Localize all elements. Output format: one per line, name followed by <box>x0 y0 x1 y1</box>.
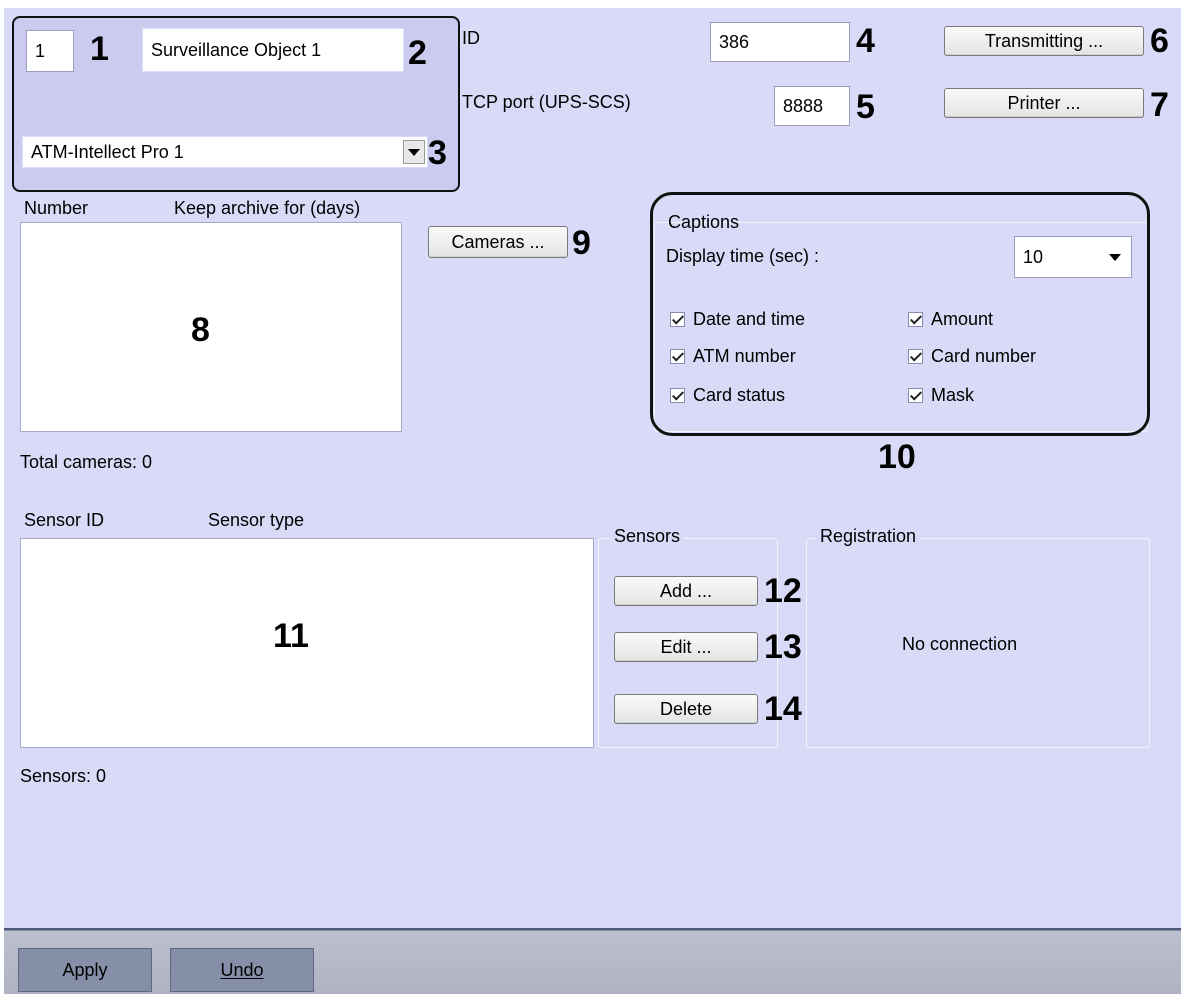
checkbox-card-number[interactable]: Card number <box>908 346 1036 367</box>
chevron-down-icon <box>408 149 420 156</box>
callout-1: 1 <box>90 30 109 68</box>
checkbox-date-and-time[interactable]: Date and time <box>670 309 805 330</box>
display-time-label: Display time (sec) : <box>666 246 820 266</box>
edit-sensor-button[interactable]: Edit ... <box>614 632 758 662</box>
dropdown-button[interactable] <box>403 140 425 164</box>
callout-6: 6 <box>1150 22 1169 60</box>
column-header-sensor-id[interactable]: Sensor ID <box>24 510 104 531</box>
registration-group-title: Registration <box>816 526 921 547</box>
check-icon[interactable] <box>670 312 685 327</box>
checkbox-atm-number[interactable]: ATM number <box>670 346 796 367</box>
callout-3: 3 <box>428 134 447 172</box>
checkbox-label: ATM number <box>693 346 796 366</box>
add-sensor-button[interactable]: Add ... <box>614 576 758 606</box>
checkbox-label: Card number <box>931 346 1037 366</box>
tcp-port-label: TCP port (UPS-SCS) <box>462 92 631 112</box>
callout-8: 8 <box>191 311 210 349</box>
sensors-list[interactable]: 11 <box>20 538 594 748</box>
checkbox-label: Date and time <box>693 309 806 329</box>
id-label: ID <box>462 28 480 48</box>
callout-4: 4 <box>856 22 875 60</box>
callout-9: 9 <box>572 224 591 262</box>
sensors-group-title: Sensors <box>610 526 685 547</box>
printer-button[interactable]: Printer ... <box>944 88 1144 118</box>
settings-panel: 1 1 Surveillance Object 1 2 ATM-Intellec… <box>4 8 1181 928</box>
captions-title: Captions <box>668 212 740 232</box>
check-icon[interactable] <box>670 349 685 364</box>
undo-button[interactable]: Undo <box>170 948 314 992</box>
callout-5: 5 <box>856 88 875 126</box>
parent-object-select[interactable]: ATM-Intellect Pro 1 <box>22 136 428 168</box>
display-time-select[interactable]: 10 <box>1014 236 1132 278</box>
total-cameras-label: Total cameras: 0 <box>20 452 153 472</box>
checkbox-card-status[interactable]: Card status <box>670 385 785 406</box>
parent-object-value: ATM-Intellect Pro 1 <box>31 141 184 162</box>
object-number-field[interactable]: 1 <box>26 30 74 72</box>
transmitting-button[interactable]: Transmitting ... <box>944 26 1144 56</box>
display-time-value: 10 <box>1023 246 1044 267</box>
sensors-count-label: Sensors: 0 <box>20 766 107 786</box>
apply-button[interactable]: Apply <box>18 948 152 992</box>
column-header-keep-archive[interactable]: Keep archive for (days) <box>174 198 360 219</box>
undo-label: Undo <box>220 959 264 980</box>
chevron-down-icon[interactable] <box>1109 254 1121 261</box>
checkbox-label: Mask <box>931 385 975 405</box>
checkbox-label: Amount <box>931 309 994 329</box>
check-icon[interactable] <box>908 388 923 403</box>
checkbox-mask[interactable]: Mask <box>908 385 974 406</box>
callout-11: 11 <box>273 617 309 655</box>
check-icon[interactable] <box>908 349 923 364</box>
callout-2: 2 <box>408 34 427 72</box>
callout-12: 12 <box>764 572 802 610</box>
callout-10: 10 <box>878 438 916 476</box>
checkbox-amount[interactable]: Amount <box>908 309 993 330</box>
delete-sensor-button[interactable]: Delete <box>614 694 758 724</box>
registration-status: No connection <box>902 634 1018 654</box>
callout-14: 14 <box>764 690 802 728</box>
callout-7: 7 <box>1150 86 1169 124</box>
id-input[interactable]: 386 <box>710 22 850 62</box>
bottom-toolbar: Apply Undo <box>4 928 1181 994</box>
check-icon[interactable] <box>908 312 923 327</box>
column-header-sensor-type[interactable]: Sensor type <box>208 510 304 531</box>
object-name-field[interactable]: Surveillance Object 1 <box>142 28 404 72</box>
check-icon[interactable] <box>670 388 685 403</box>
column-header-number[interactable]: Number <box>24 198 88 219</box>
callout-13: 13 <box>764 628 802 666</box>
tcp-port-input[interactable]: 8888 <box>774 86 850 126</box>
checkbox-label: Card status <box>693 385 786 405</box>
cameras-list[interactable]: 8 <box>20 222 402 432</box>
cameras-button[interactable]: Cameras ... <box>428 226 568 258</box>
